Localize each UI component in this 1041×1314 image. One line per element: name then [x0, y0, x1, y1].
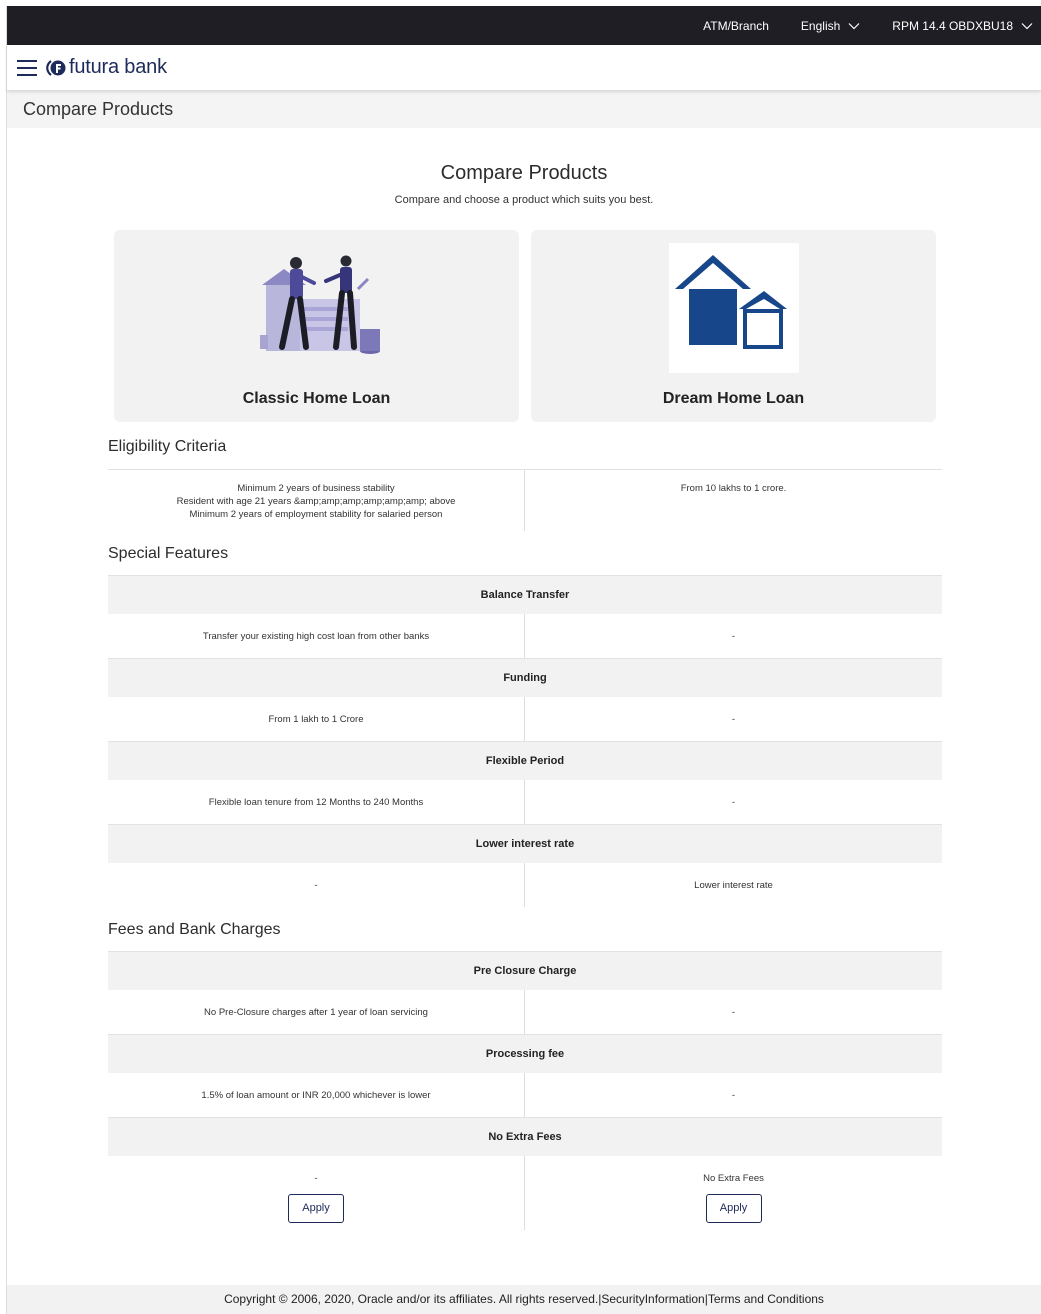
feature-left: - [108, 863, 525, 907]
feature-left: From 1 lakh to 1 Crore [108, 697, 525, 741]
fee-right: - [731, 1089, 736, 1101]
apply-button-dream-home-loan[interactable]: Apply [705, 1194, 762, 1223]
bank-logo[interactable]: futura bank [45, 56, 167, 79]
atm-branch-link[interactable]: ATM/Branch [703, 19, 769, 33]
fee-name: No Extra Fees [108, 1117, 942, 1156]
compare-heading: Compare Products [440, 162, 608, 184]
feature-right: - [731, 630, 736, 642]
feature-row: From 1 lakh to 1 Crore - [108, 697, 942, 741]
feature-row: Flexible loan tenure from 12 Months to 2… [108, 780, 942, 824]
feature-right: - [731, 796, 736, 808]
language-dropdown[interactable]: English [801, 19, 860, 33]
main-content: Compare Products Compare and choose a pr… [7, 162, 1041, 1230]
feature-left: Transfer your existing high cost loan fr… [108, 614, 525, 658]
special-features-section-title: Special Features [108, 545, 229, 562]
product-name: Dream Home Loan [662, 390, 805, 407]
fee-name: Pre Closure Charge [108, 951, 942, 990]
copyright-text: Copyright © 2006, 2020, Oracle and/or it… [224, 1292, 602, 1306]
footer: Copyright © 2006, 2020, Oracle and/or it… [7, 1285, 1041, 1314]
hamburger-menu-icon[interactable] [17, 59, 37, 76]
fee-row-with-apply: - Apply No Extra Fees Apply [108, 1156, 942, 1230]
compare-subheading: Compare and choose a product which suits… [394, 194, 654, 206]
fee-left: - [314, 1173, 318, 1184]
feature-row: - Lower interest rate [108, 863, 942, 907]
futura-logo-icon [46, 59, 66, 76]
top-bar: ATM/Branch English RPM 14.4 OBDXBU18 [7, 6, 1041, 45]
fee-row: 1.5% of loan amount or INR 20,000 whiche… [108, 1073, 942, 1117]
fees-grid: Pre Closure Charge No Pre-Closure charge… [108, 951, 942, 1230]
fee-right: No Extra Fees [703, 1173, 764, 1184]
app-frame: ATM/Branch English RPM 14.4 OBDXBU18 fut… [6, 6, 1041, 1314]
fees-section-title: Fees and Bank Charges [108, 921, 281, 938]
product-card-dream-home-loan[interactable]: Dream Home Loan [531, 230, 936, 422]
houses-icon [668, 243, 799, 373]
feature-right: - [731, 713, 736, 725]
feature-right: Lower interest rate [694, 879, 773, 891]
feature-row: Transfer your existing high cost loan fr… [108, 614, 942, 658]
eligibility-right: From 10 lakhs to 1 crore. [680, 483, 787, 494]
atm-branch-label: ATM/Branch [703, 18, 769, 33]
feature-name: Funding [108, 658, 942, 697]
couple-house-illustration [259, 255, 380, 354]
fee-name: Processing fee [108, 1034, 942, 1073]
feature-left: Flexible loan tenure from 12 Months to 2… [108, 780, 525, 824]
eligibility-left: Minimum 2 years of business stability Re… [108, 470, 525, 531]
chevron-down-icon [848, 22, 860, 29]
fee-left: No Pre-Closure charges after 1 year of l… [108, 990, 525, 1034]
user-label: RPM 14.4 OBDXBU18 [892, 18, 1013, 33]
app-header: futura bank [7, 45, 1041, 90]
fee-left: 1.5% of loan amount or INR 20,000 whiche… [108, 1073, 525, 1117]
page-title-bar: Compare Products [7, 90, 1041, 128]
fee-right: - [731, 1006, 736, 1018]
fee-right-cell: No Extra Fees Apply [525, 1156, 942, 1230]
terms-link[interactable]: Terms and Conditions [708, 1292, 824, 1306]
product-cards: Classic Home Loan Dream Home Loan [114, 230, 936, 422]
chevron-down-icon [1021, 22, 1033, 29]
brand-name: futura bank [69, 56, 167, 78]
special-features-grid: Balance Transfer Transfer your existing … [108, 575, 942, 907]
user-menu[interactable]: RPM 14.4 OBDXBU18 [892, 19, 1033, 33]
product-card-classic-home-loan[interactable]: Classic Home Loan [114, 230, 519, 422]
eligibility-line: Minimum 2 years of business stability [237, 483, 395, 494]
apply-button-classic-home-loan[interactable]: Apply [288, 1194, 344, 1223]
eligibility-section-title: Eligibility Criteria [108, 438, 227, 455]
security-information-link[interactable]: SecurityInformation [601, 1292, 704, 1306]
eligibility-grid: Minimum 2 years of business stability Re… [108, 469, 942, 531]
feature-name: Flexible Period [108, 741, 942, 780]
fee-left-cell: - Apply [108, 1156, 525, 1230]
eligibility-line: Resident with age 21 years &amp;amp;amp;… [176, 496, 456, 507]
product-name: Classic Home Loan [242, 390, 391, 407]
fee-row: No Pre-Closure charges after 1 year of l… [108, 990, 942, 1034]
feature-name: Lower interest rate [108, 824, 942, 863]
feature-name: Balance Transfer [108, 575, 942, 614]
eligibility-line: Minimum 2 years of employment stability … [189, 509, 443, 520]
page-title: Compare Products [23, 98, 174, 119]
language-label: English [800, 18, 841, 33]
